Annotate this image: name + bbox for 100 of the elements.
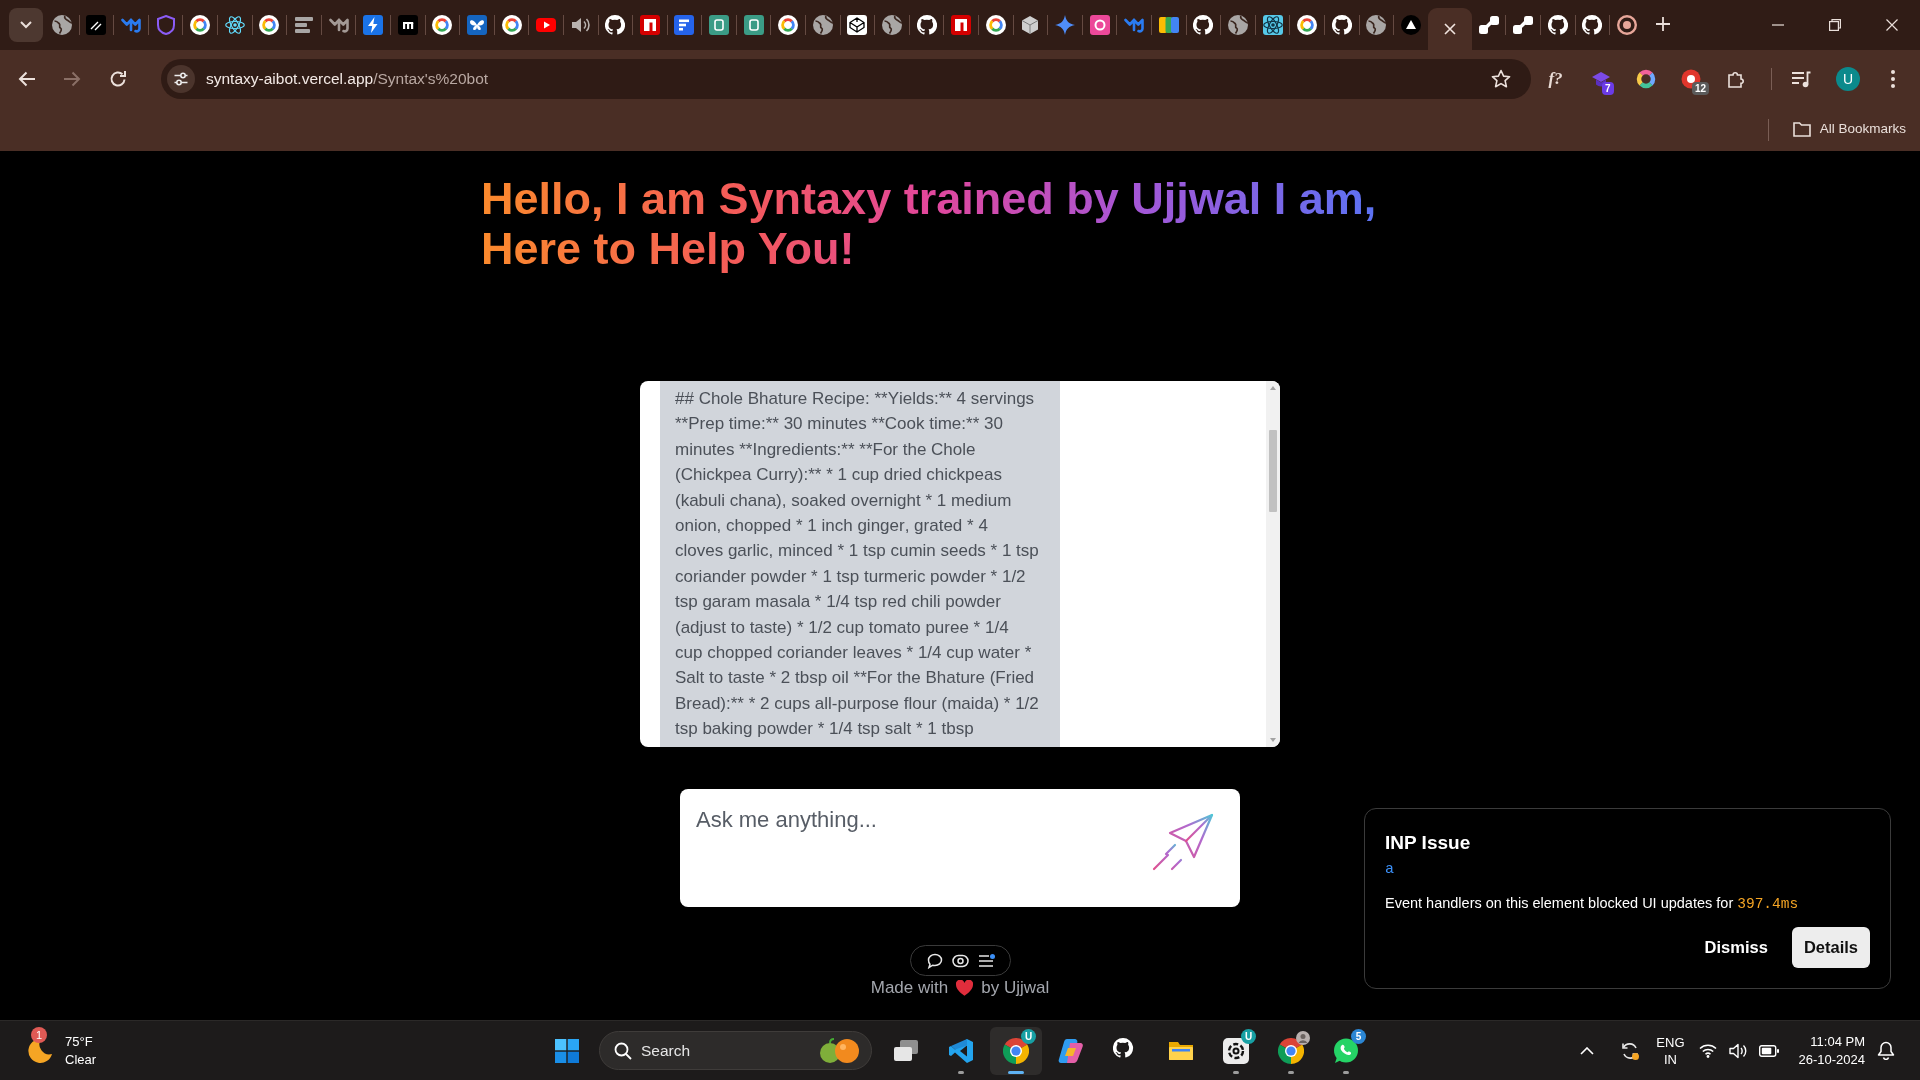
- footer-text: Made with: [870, 977, 949, 999]
- playlist-icon[interactable]: [1791, 69, 1811, 89]
- cube-icon: [1020, 14, 1041, 35]
- tile-icon: [674, 14, 695, 35]
- search-bar[interactable]: Search: [599, 1031, 872, 1070]
- fruit-icon: [819, 1037, 859, 1064]
- browser-tab[interactable]: [1427, 8, 1472, 50]
- back-arrow-icon[interactable]: [17, 69, 37, 89]
- parallelograms-icon: [1058, 1037, 1084, 1064]
- wifi-icon[interactable]: [1698, 1043, 1717, 1058]
- taskbar-app[interactable]: 5: [1320, 1026, 1372, 1075]
- paper-plane-icon[interactable]: [1152, 813, 1214, 871]
- element-tag: a: [1385, 860, 1870, 880]
- tile-icon: [397, 14, 418, 35]
- menu-icon[interactable]: [1891, 70, 1895, 88]
- address-bar[interactable]: syntaxy-aibot.vercel.app/Syntax's%20bot: [161, 59, 1531, 99]
- language-indicator[interactable]: ENG IN: [1656, 1033, 1685, 1068]
- battery-icon[interactable]: [1758, 1044, 1779, 1057]
- folder-icon: [1792, 122, 1811, 137]
- close-icon[interactable]: [1443, 23, 1456, 35]
- avatar[interactable]: U: [1836, 67, 1860, 91]
- clock[interactable]: 11:04 PM 26-10-2024: [1798, 1032, 1865, 1069]
- butterfly-icon: [466, 14, 487, 35]
- cat-logo-icon: [1582, 14, 1603, 35]
- four-squares-icon: [555, 1038, 579, 1063]
- prompt-field[interactable]: Ask me anything...: [680, 789, 1240, 907]
- bot-message: ## Chole Bhature Recipe: **Yields:** 4 servings **Prep time:** 30 minutes **Cook time:** 30 minutes **Ingredients:** **For the Chole (Chickpea Curry):** * 1 cup dried chickpeas (kabuli chana), soaked overnight * 1 medium onion, chopped * 1 inch ginger, grated * 4 cloves garlic, minced * 1 tsp cumin seeds * 1 tsp coriander powder * 1 tsp turmeric powder * 1/2 tsp garam masala * 1/4 tsp red chili powder (adjust to taste) * 1/2 cup tomato puree * 1/4 cup chopped coriander leaves * 1/4 cup water * Salt to taste * 2 tbsp oil **For the Bhature (Fried Bread):** * 2 cups all-purpose flour (maida) * 1/2 tsp baking powder * 1/4 tsp salt * 1 tbsp: [660, 381, 1060, 747]
- link-icon: [1478, 14, 1499, 35]
- color-wheel-icon: [1278, 1037, 1304, 1064]
- footer-text: by Ujjwal: [981, 977, 1050, 999]
- atom-tile-icon: [1262, 14, 1283, 35]
- chevron-down-icon: [20, 21, 32, 29]
- color-ring-icon[interactable]: [1635, 69, 1656, 89]
- close-icon[interactable]: [1885, 19, 1898, 31]
- chevron-up-icon[interactable]: [1580, 1046, 1595, 1055]
- color-ring-icon: [1297, 14, 1318, 35]
- shield-icon: [155, 14, 176, 35]
- bars-icon: [293, 14, 314, 35]
- tile-icon: [1089, 14, 1110, 35]
- search-field[interactable]: Search: [641, 1038, 801, 1063]
- globe-icon: [1228, 14, 1248, 35]
- globe-icon: [51, 14, 72, 35]
- link-icon: [1513, 14, 1534, 35]
- cat-logo-icon: [1193, 14, 1214, 35]
- all-bookmarks-button[interactable]: All Bookmarks: [1792, 119, 1906, 140]
- color-ring-icon: [985, 14, 1006, 35]
- reload-icon[interactable]: [108, 69, 128, 89]
- scrollbar[interactable]: [1266, 381, 1280, 747]
- weather-condition-text: Clear: [65, 1050, 97, 1069]
- sync-icon[interactable]: [1620, 1040, 1641, 1061]
- search-icon: [614, 1041, 632, 1060]
- tab-search-button[interactable]: [9, 8, 43, 42]
- comment-icon[interactable]: [926, 952, 943, 969]
- cat-logo-icon: [916, 14, 937, 35]
- notification-badge: U: [1021, 1028, 1036, 1044]
- color-ring-icon: [190, 14, 211, 35]
- stacked-windows-icon: [893, 1037, 919, 1064]
- speaker-icon[interactable]: [1728, 1042, 1747, 1059]
- extension-button[interactable]: f?: [1540, 65, 1571, 93]
- globe-icon: [1366, 14, 1387, 35]
- count-badge: 7: [1602, 82, 1614, 95]
- color-ring-icon: [259, 14, 280, 35]
- color-ring-icon: [778, 14, 799, 35]
- cat-logo-icon: [1331, 14, 1352, 35]
- temperature-text: 75°F: [65, 1032, 94, 1051]
- notification-badge: 1: [31, 1026, 47, 1043]
- details-button[interactable]: Details: [1791, 927, 1870, 968]
- globe-icon: [812, 14, 833, 35]
- color-ring-icon: [432, 14, 453, 35]
- cat-logo-icon: [605, 14, 626, 35]
- heart-icon: [956, 980, 974, 996]
- restore-icon[interactable]: [1828, 19, 1841, 31]
- star-icon[interactable]: [1491, 69, 1511, 89]
- sparkle-icon: [1055, 14, 1075, 35]
- menu-dot-icon[interactable]: [977, 953, 995, 968]
- blocks-icon: [1158, 14, 1179, 35]
- lightning-icon: [363, 14, 384, 35]
- popup-title: INP Issue: [1385, 831, 1472, 855]
- url-text: syntaxy-aibot.vercel.app/Syntax's%20bot: [206, 69, 489, 90]
- tune-icon[interactable]: [167, 65, 195, 93]
- dismiss-button[interactable]: Dismiss: [1700, 927, 1772, 968]
- avatar-icon: [1296, 1030, 1310, 1045]
- eye-icon[interactable]: [951, 953, 969, 968]
- tile-icon: [709, 14, 730, 35]
- bell-icon[interactable]: [1877, 1041, 1895, 1060]
- ribbon-logo-icon: [948, 1037, 974, 1064]
- tile-icon: [951, 14, 972, 35]
- count-badge: 12: [1692, 82, 1710, 95]
- puzzle-icon[interactable]: [1725, 69, 1746, 89]
- slash-tile-icon: [86, 14, 107, 35]
- color-ring-icon: [501, 14, 522, 35]
- cube-outline-icon: [847, 14, 868, 35]
- plus-icon[interactable]: [1655, 17, 1670, 31]
- issue-message: Event handlers on this element blocked UI updates for 397.4ms: [1385, 894, 1800, 914]
- notification-badge: U: [1241, 1028, 1256, 1044]
- tile-icon: [639, 14, 660, 35]
- tile-icon: [743, 14, 764, 35]
- globe-icon: [882, 14, 903, 35]
- notification-badge: 5: [1351, 1028, 1366, 1044]
- ring-icon: [1616, 14, 1637, 35]
